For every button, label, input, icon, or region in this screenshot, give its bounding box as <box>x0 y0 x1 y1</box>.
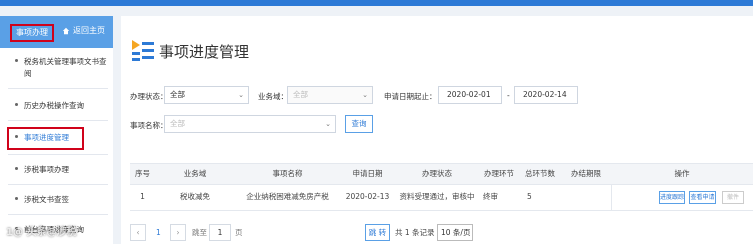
date-from-input[interactable]: 2020-02-01 <box>438 86 502 104</box>
sidebar-title: 事项办理 <box>10 24 54 42</box>
divider <box>8 120 108 121</box>
divider <box>8 154 108 155</box>
track-progress-button[interactable]: 进度跟踪 <box>659 191 685 204</box>
bullet-icon <box>15 167 18 170</box>
column-header: 操作 <box>674 169 690 178</box>
sidebar-item-tax-matters[interactable]: 涉税事项办理 <box>0 164 113 178</box>
chevron-down-icon: ⌄ <box>238 91 244 99</box>
row-status: 资料受理通过，审核中 <box>399 192 475 201</box>
status-label: 办理状态： <box>130 92 168 101</box>
list-icon <box>132 40 154 61</box>
goto-page-input[interactable]: 1 <box>209 224 231 241</box>
row-item-name: 企业纳税困难减免房产税 <box>246 192 329 201</box>
sidebar-item-tax-docs[interactable]: 涉税文书查签 <box>0 194 113 208</box>
row-domain: 税收减免 <box>180 192 210 201</box>
column-divider <box>611 184 612 210</box>
page-size-select[interactable]: 10 条/页 <box>437 224 473 241</box>
total-records: 共 1 条记录 <box>395 228 435 237</box>
active-item-highlight <box>7 127 84 150</box>
bullet-icon <box>15 197 18 200</box>
column-header: 办结期限 <box>571 169 601 178</box>
divider <box>8 184 108 185</box>
date-range-label: 申请日期起止： <box>384 92 437 101</box>
sidebar-item-history[interactable]: 历史办税操作查询 <box>0 100 113 114</box>
date-separator: - <box>507 91 510 100</box>
chevron-down-icon: ⌄ <box>362 91 368 99</box>
withdraw-button[interactable]: 撤件 <box>722 191 744 204</box>
home-icon <box>62 27 70 34</box>
column-header: 事项名称 <box>272 169 303 178</box>
status-select-value: 全部 <box>170 90 185 99</box>
query-button[interactable]: 查询 <box>345 115 373 133</box>
item-name-label: 事项名称： <box>130 121 168 130</box>
bullet-icon <box>15 59 18 62</box>
date-to-input[interactable]: 2020-02-14 <box>514 86 578 104</box>
sidebar-item-label: 历史办税操作查询 <box>24 101 84 110</box>
bullet-icon <box>15 103 18 106</box>
divider <box>8 88 108 89</box>
column-header: 申请日期 <box>352 169 383 178</box>
sidebar: 事项办理 返回主页 税务机关管理事项文书查阅 历史办税操作查询 事项进度管理 涉… <box>0 16 113 244</box>
sidebar-item-doc-review[interactable]: 税务机关管理事项文书查阅 <box>0 56 113 82</box>
column-header: 办理状态 <box>422 169 452 178</box>
back-home-link[interactable]: 返回主页 <box>62 25 105 36</box>
prev-page-button[interactable]: ‹ <box>130 224 146 241</box>
top-bar <box>0 0 753 6</box>
watermark: 1@ 头条@涉税 <box>6 227 77 238</box>
goto-prefix: 跳至 <box>192 228 207 237</box>
row-index: 1 <box>140 192 145 201</box>
row-total-steps: 5 <box>527 192 532 201</box>
current-page[interactable]: 1 <box>156 224 161 241</box>
goto-button[interactable]: 跳 转 <box>365 224 390 241</box>
column-header: 序号 <box>135 169 150 178</box>
item-name-select-value: 全部 <box>170 119 185 128</box>
sidebar-item-label: 税务机关管理事项文书查阅 <box>24 57 107 78</box>
business-label: 业务域： <box>258 92 288 101</box>
item-name-select[interactable]: 全部 ⌄ <box>164 115 336 133</box>
table-row: 1 税收减免 企业纳税困难减免房产税 2020-02-13 资料受理通过，审核中… <box>130 184 753 211</box>
business-select-value: 全部 <box>293 90 308 99</box>
column-header: 业务域 <box>183 169 207 178</box>
back-home-label: 返回主页 <box>73 26 105 35</box>
next-page-button[interactable]: › <box>170 224 186 241</box>
chevron-down-icon: ⌄ <box>325 120 331 128</box>
status-select[interactable]: 全部 ⌄ <box>164 86 249 104</box>
sidebar-item-label: 涉税文书查签 <box>24 195 69 204</box>
divider <box>8 214 108 215</box>
table-header: 序号 业务域 事项名称 申请日期 办理状态 办理环节 总环节数 办结期限 操作 <box>130 163 753 185</box>
sidebar-item-label: 涉税事项办理 <box>24 165 69 174</box>
business-select[interactable]: 全部 ⌄ <box>287 86 373 104</box>
row-date: 2020-02-13 <box>345 192 390 201</box>
page-size-value: 10 条/页 <box>441 228 471 237</box>
sidebar-header: 事项办理 返回主页 <box>0 16 113 48</box>
column-header: 总环节数 <box>525 169 555 178</box>
main-panel: 事项进度管理 办理状态： 全部 ⌄ 业务域： 全部 ⌄ 申请日期起止： 2020… <box>121 16 753 244</box>
row-step: 终审 <box>483 192 498 201</box>
goto-suffix: 页 <box>235 228 243 237</box>
page-title: 事项进度管理 <box>159 43 250 61</box>
column-header: 办理环节 <box>484 169 514 178</box>
view-application-button[interactable]: 查看申请 <box>689 191 716 204</box>
